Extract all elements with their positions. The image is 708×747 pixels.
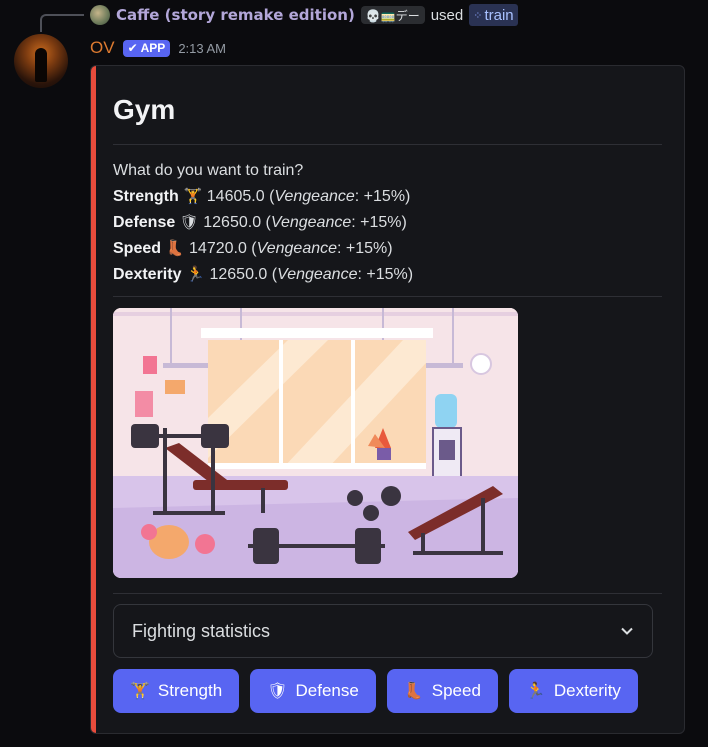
running-man-icon: 🏃 (525, 683, 546, 700)
strength-button[interactable]: 🏋 Strength (113, 669, 240, 713)
embed-accent-bar (91, 66, 96, 733)
bonus-value: : +15%) (357, 266, 414, 283)
stat-name: Defense (113, 214, 176, 231)
reply-header[interactable]: Caffe (story remake edition) 💀🚃デー used ⁘… (90, 4, 518, 26)
reply-used-text: used (430, 6, 464, 24)
reply-user-name[interactable]: Caffe (story remake edition) (116, 6, 355, 24)
stat-value: 14605.0 (206, 188, 265, 205)
divider (113, 593, 662, 594)
stat-value: 12650.0 (209, 266, 268, 283)
button-label: Dexterity (553, 681, 621, 700)
bonus-value: : +15%) (351, 214, 407, 231)
reply-avatar[interactable] (90, 5, 110, 25)
app-badge: ✔ APP (122, 39, 171, 57)
slash-command-mention[interactable]: ⁘ train (469, 4, 518, 26)
stat-name: Dexterity (113, 266, 182, 283)
button-label: Speed (431, 681, 481, 700)
bonus-label: Vengeance (274, 188, 355, 205)
stat-name: Strength (113, 188, 179, 205)
dumbbell-icon: 🏋 (183, 188, 203, 205)
dropdown-value: Fighting statistics (132, 620, 271, 641)
author-avatar[interactable] (14, 34, 68, 88)
button-label: Strength (157, 681, 223, 700)
message-header: OV ✔ APP 2:13 AM (90, 37, 226, 59)
divider (113, 296, 662, 297)
message-timestamp[interactable]: 2:13 AM (178, 41, 226, 56)
stat-value: 14720.0 (189, 240, 247, 257)
author-name[interactable]: OV (90, 38, 115, 58)
speed-button[interactable]: 👢 Speed (386, 669, 498, 713)
stat-row-speed: Speed 👢 14720.0 (Vengeance: +15%) (113, 236, 413, 262)
app-command-icon: ⁘ (473, 9, 482, 22)
checkmark-icon: ✔ (127, 41, 138, 55)
embed-title: Gym (113, 94, 176, 125)
bonus-label: Vengeance (277, 266, 358, 283)
boot-icon: 👢 (403, 683, 424, 700)
reply-connector (40, 14, 84, 32)
gym-illustration-svg (113, 308, 518, 578)
running-man-icon: 🏃 (186, 266, 205, 283)
button-label: Defense (295, 681, 359, 700)
shield-icon: 🛡 (267, 683, 288, 700)
prompt-text: What do you want to train? (113, 162, 304, 179)
stat-row-strength: Strength 🏋 14605.0 (Vengeance: +15%) (113, 184, 413, 210)
action-buttons: 🏋 Strength 🛡 Defense 👢 Speed 🏃 Dexterity (113, 669, 638, 713)
divider (113, 144, 662, 145)
bonus-label: Vengeance (256, 240, 338, 257)
app-badge-label: APP (140, 41, 166, 55)
shield-icon: 🛡 (179, 214, 199, 231)
defense-button[interactable]: 🛡 Defense (250, 669, 376, 713)
dexterity-button[interactable]: 🏃 Dexterity (508, 669, 638, 713)
stat-name: Speed (113, 240, 162, 257)
fighting-statistics-dropdown[interactable]: Fighting statistics (113, 604, 653, 658)
bonus-value: : +15%) (354, 188, 411, 205)
boot-icon: 👢 (165, 240, 185, 257)
embed-card: Gym What do you want to train? Strength … (90, 65, 685, 734)
bonus-label: Vengeance (270, 214, 352, 231)
dumbbell-icon: 🏋 (130, 683, 150, 700)
stat-row-defense: Defense 🛡 12650.0 (Vengeance: +15%) (113, 210, 413, 236)
embed-description: What do you want to train? Strength 🏋 14… (113, 158, 413, 288)
gym-illustration[interactable] (113, 308, 518, 578)
reply-user-tag: 💀🚃デー (360, 6, 425, 24)
stat-value: 12650.0 (203, 214, 262, 231)
chevron-down-icon (621, 627, 633, 635)
bonus-value: : +15%) (337, 240, 393, 257)
command-name: train (484, 6, 514, 24)
stat-row-dexterity: Dexterity 🏃 12650.0 (Vengeance: +15%) (113, 262, 413, 288)
